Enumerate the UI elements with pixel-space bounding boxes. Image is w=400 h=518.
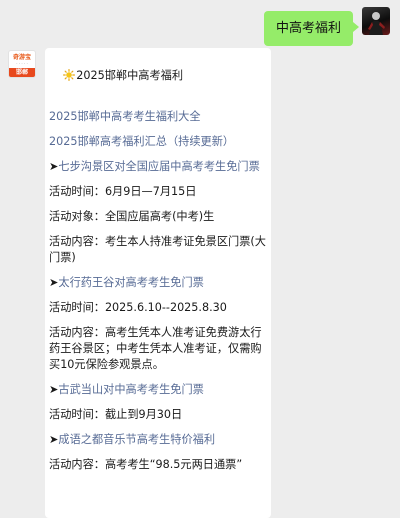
avatar-logo-sub: · · · · ·: [16, 61, 28, 66]
item1-heading: ➤七步沟景区对全国应届中高考考生免门票: [49, 159, 271, 175]
item4-link[interactable]: 成语之都音乐节高考生特价福利: [58, 433, 215, 446]
arrow-icon: ➤: [49, 433, 59, 446]
item2-content-line3: 买10元保险参观景点。: [49, 358, 164, 371]
item2-heading: ➤太行药王谷对高考考生免门票: [49, 275, 271, 291]
arrow-icon: ➤: [49, 383, 59, 396]
link-fuli-huizong[interactable]: 2025邯郸高考福利汇总（持续更新）: [49, 134, 271, 150]
sun-icon: [63, 69, 76, 81]
item1-link[interactable]: 七步沟景区对全国应届中高考考生免门票: [58, 160, 259, 173]
avatar-logo-text: 奇游宝: [12, 54, 31, 61]
item4-heading: ➤成语之都音乐节高考生特价福利: [49, 432, 271, 448]
item3-heading: ➤古武当山对中高考考生免门票: [49, 382, 271, 398]
item1-content-line1: 活动内容：考生本人持准考证免景区门票(大: [49, 235, 266, 248]
item4-content-line1: 活动内容：高考考生“98.5元两日通票”: [49, 458, 243, 471]
link-fuli-daquan[interactable]: 2025邯郸中高考考生福利大全: [49, 109, 271, 125]
user-avatar-figure-icon: [368, 12, 385, 35]
item2-content-line1: 活动内容：高考生凭本人准考证免费游太行: [49, 326, 262, 339]
item3-link[interactable]: 古武当山对中高考考生免门票: [58, 383, 203, 396]
item2-content-line2: 药王谷景区；中考生凭本人准考证，仅需购: [49, 342, 262, 355]
item3-time: 活动时间：截止到9月30日: [49, 408, 183, 421]
arrow-icon: ➤: [49, 160, 59, 173]
item2-link[interactable]: 太行药王谷对高考考生免门票: [58, 276, 203, 289]
item2-time: 活动时间：2025.6.10--2025.8.30: [49, 301, 227, 314]
item1-time: 活动时间：6月9日—7月15日: [49, 185, 197, 198]
outgoing-message-row: 中高考福利: [263, 7, 390, 46]
item1-target: 活动对象：全国应届高考(中考)生: [49, 210, 215, 223]
item1-content-line2: 门票): [49, 251, 76, 264]
official-account-avatar[interactable]: 奇游宝 · · · · · 邯郸: [8, 50, 36, 78]
avatar-logo-city: 邯郸: [9, 68, 35, 77]
outgoing-message-bubble[interactable]: 中高考福利: [263, 11, 360, 46]
reply-title-line: 2025邯郸中高考福利: [49, 52, 271, 100]
arrow-icon: ➤: [49, 276, 59, 289]
reply-title: 2025邯郸中高考福利: [76, 69, 184, 82]
incoming-message-bubble: 2025邯郸中高考福利 2025邯郸中高考考生福利大全 2025邯郸高考福利汇总…: [45, 48, 271, 518]
user-avatar[interactable]: [362, 7, 390, 35]
